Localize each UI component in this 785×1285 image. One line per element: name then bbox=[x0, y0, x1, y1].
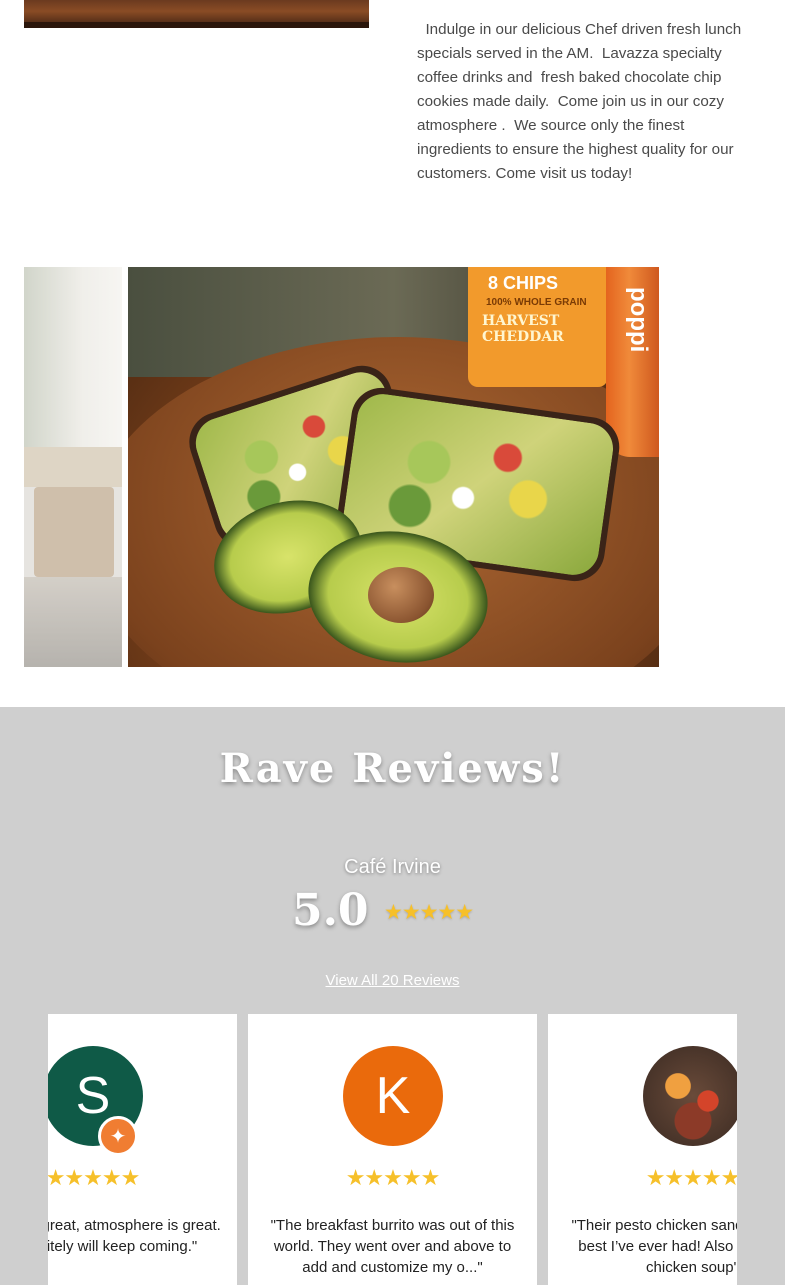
review-text: Food is great, atmosphere is great. Defi… bbox=[48, 1217, 221, 1255]
rating-stars: ★★★★★ bbox=[384, 900, 474, 924]
reviews-carousel[interactable]: S ✦ ★★★★★ Food is great, atmosphere is g… bbox=[48, 1014, 737, 1285]
review-card[interactable]: ★★★★★ "Their pesto chicken sandwich is t… bbox=[548, 1014, 737, 1285]
review-text: "Their pesto chicken sandwich is the bes… bbox=[571, 1217, 737, 1276]
chips-bag: 8 CHIPS 100% WHOLE GRAIN HARVEST CHEDDAR bbox=[468, 267, 608, 387]
food-photo-top bbox=[24, 0, 369, 28]
review-card[interactable]: S ✦ ★★★★★ Food is great, atmosphere is g… bbox=[48, 1014, 237, 1285]
reviews-title: Rave Reviews! bbox=[219, 745, 566, 792]
avatar bbox=[643, 1046, 737, 1146]
review-text: "The breakfast burrito was out of this w… bbox=[270, 1217, 515, 1276]
review-stars: ★★★★★ bbox=[48, 1166, 140, 1191]
rating-score: 5.0 bbox=[292, 885, 369, 936]
gallery-slide-interior[interactable] bbox=[24, 267, 122, 667]
chips-tagline: 100% WHOLE GRAIN bbox=[486, 297, 587, 308]
avatar: K bbox=[343, 1046, 443, 1146]
chips-brand: 8 CHIPS bbox=[488, 273, 559, 293]
view-all-reviews-link[interactable]: View All 20 Reviews bbox=[0, 972, 785, 989]
soda-can: poppi bbox=[606, 267, 659, 457]
review-stars: ★★★★★ bbox=[645, 1166, 737, 1191]
review-card[interactable]: K ★★★★★ "The breakfast burrito was out o… bbox=[248, 1014, 537, 1285]
business-name: Café Irvine bbox=[344, 856, 441, 878]
review-stars: ★★★★★ bbox=[345, 1166, 441, 1191]
avocado-pit bbox=[368, 567, 434, 623]
local-guide-badge-icon: ✦ bbox=[98, 1116, 138, 1156]
gallery-slide-food[interactable]: 8 CHIPS 100% WHOLE GRAIN HARVEST CHEDDAR… bbox=[128, 267, 659, 667]
photo-gallery[interactable]: 8 CHIPS 100% WHOLE GRAIN HARVEST CHEDDAR… bbox=[24, 267, 659, 667]
intro-text: Indulge in our delicious Chef driven fre… bbox=[417, 21, 746, 182]
chips-flavor: HARVEST CHEDDAR bbox=[482, 313, 564, 345]
can-brand: poppi bbox=[625, 287, 652, 353]
reviews-section: Rave Reviews! Café Irvine 5.0 ★★★★★ View… bbox=[0, 707, 785, 1285]
